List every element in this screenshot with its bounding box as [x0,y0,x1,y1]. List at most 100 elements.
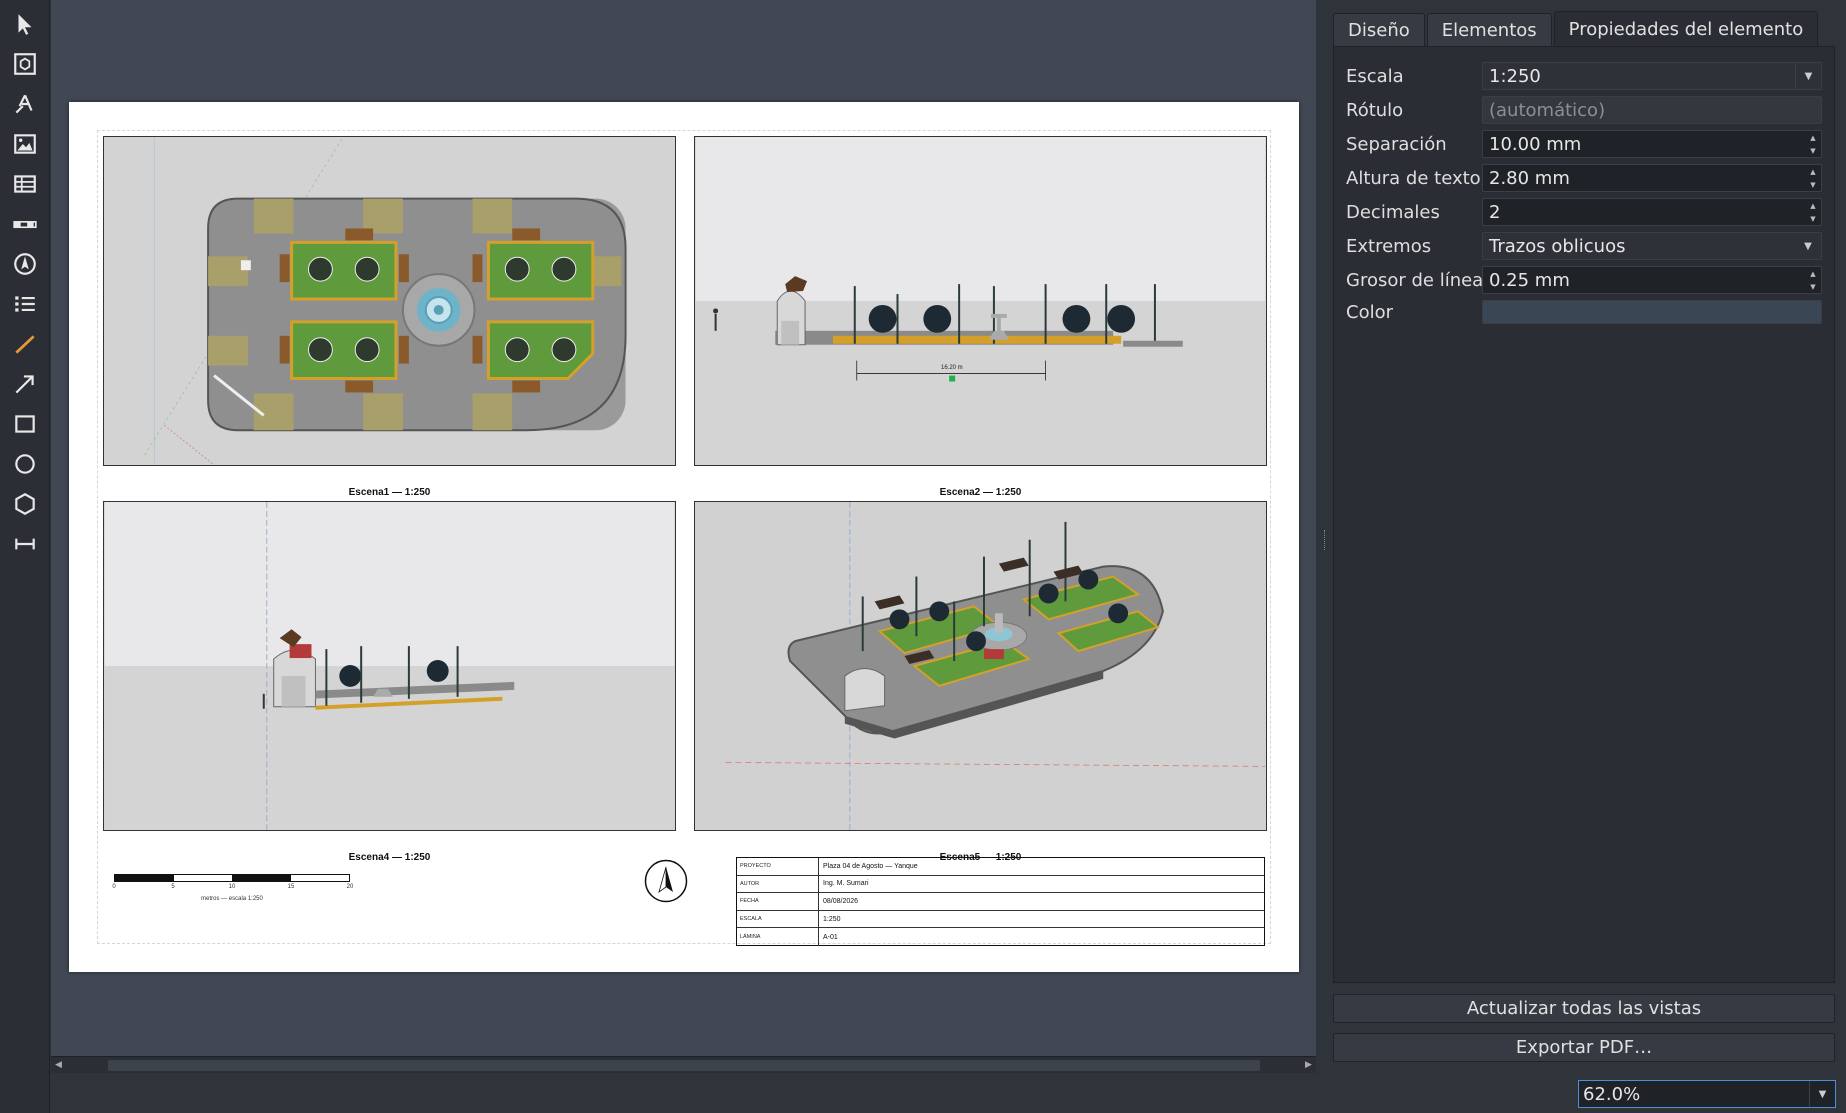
dimension-label: 16.20 m [941,365,963,371]
spin-arrows-icon[interactable]: ▲ ▼ [1805,165,1821,191]
scale-tick: 5 [171,884,175,890]
circle-tool[interactable] [7,446,43,482]
elevation-view-drawing [695,137,1266,465]
title-block-value: 08/08/2026 [823,897,859,905]
properties-form: Escala 1:250 ▼ Rótulo (automático) Separ… [1333,46,1835,983]
title-block-key: FECHA [737,893,819,910]
tab-propiedades[interactable]: Propiedades del elemento [1553,11,1819,47]
table-tool[interactable] [7,166,43,202]
text-tool[interactable] [7,86,43,122]
table-icon [14,175,36,193]
zoom-value: 62.0% [1583,1083,1641,1105]
scalebar-icon [13,221,37,229]
north-arrow-tool[interactable] [7,246,43,282]
chevron-down-icon[interactable]: ▼ [1795,233,1821,259]
title-block[interactable]: PROYECTO Plaza 04 de Agosto — Yanque AUT… [736,857,1265,946]
prop-extremos: Extremos Trazos oblicuos ▼ [1346,231,1831,261]
scale-bar[interactable]: 0 5 10 15 20 metros — escala 1:250 [112,874,353,902]
title-block-row: FECHA 08/08/2026 [737,893,1264,911]
title-block-row: AUTOR Ing. M. Sumari [737,875,1264,894]
line-tool[interactable] [7,326,43,362]
title-block-row: PROYECTO Plaza 04 de Agosto — Yanque [737,858,1264,876]
title-block-row: ESCALA 1:250 [737,910,1264,929]
north-arrow-icon [14,253,36,275]
grosor-value: 0.25 mm [1489,269,1570,291]
prop-label: Decimales [1346,201,1440,223]
title-block-key: PROYECTO [737,858,819,875]
title-block-value: Ing. M. Sumari [823,880,869,888]
layout-canvas[interactable]: Escena1 — 1:250 16.20 m Escena2 — 1:250 … [51,0,1316,1056]
scrollbar-thumb[interactable] [108,1060,1260,1071]
isometric-view-drawing [695,502,1266,830]
export-pdf-button[interactable]: Exportar PDF… [1333,1033,1835,1062]
polygon-tool[interactable] [7,486,43,522]
viewport-escena2[interactable]: 16.20 m [694,136,1267,466]
rotulo-input[interactable]: (automático) [1482,96,1822,124]
prop-label: Altura de texto [1346,167,1481,189]
panel-tabs: Diseño Elementos Propiedades del element… [1333,11,1820,47]
prop-color: Color [1346,297,1831,327]
view-caption: Escena2 — 1:250 [939,487,1022,498]
rectangle-tool[interactable] [7,406,43,442]
prop-rotulo: Rótulo (automático) [1346,95,1831,125]
grosor-spinbox[interactable]: 0.25 mm ▲ ▼ [1482,266,1822,294]
chevron-down-icon[interactable]: ▼ [1809,1081,1835,1107]
scale-bar-caption: metros — escala 1:250 [201,896,263,902]
prop-label: Color [1346,301,1393,323]
tab-elementos[interactable]: Elementos [1426,13,1552,47]
scroll-left-icon[interactable]: ◀ [53,1060,64,1071]
color-button[interactable] [1482,300,1822,324]
altura-texto-value: 2.80 mm [1489,167,1570,189]
polygon-icon [15,493,35,515]
viewport-escena1[interactable] [103,136,676,466]
scalebar-tool[interactable] [7,206,43,242]
escala-combo[interactable]: 1:250 ▼ [1482,62,1822,90]
dimension-tool[interactable] [7,526,43,562]
title-block-key: ESCALA [737,910,819,928]
line-icon [15,335,35,354]
view-frame-icon [14,53,36,75]
spin-arrows-icon[interactable]: ▲ ▼ [1805,199,1821,225]
chevron-down-icon[interactable]: ▼ [1795,63,1821,89]
prop-separacion: Separación 10.00 mm ▲ ▼ [1346,129,1831,159]
plan-view-drawing [104,137,675,465]
escala-value: 1:250 [1489,65,1541,87]
rectangle-icon [15,415,35,433]
update-all-views-button[interactable]: Actualizar todas las vistas [1333,994,1835,1023]
tab-diseno[interactable]: Diseño [1333,13,1425,47]
north-arrow[interactable] [644,859,688,903]
arrow-icon [15,375,34,394]
title-block-key: AUTOR [737,875,819,893]
decimales-value: 2 [1489,201,1501,223]
zoom-combo[interactable]: 62.0% ▼ [1578,1080,1836,1108]
prop-grosor: Grosor de línea 0.25 mm ▲ ▼ [1346,265,1831,295]
list-tool[interactable] [7,286,43,322]
arrow-tool[interactable] [7,366,43,402]
spin-arrows-icon[interactable]: ▲ ▼ [1805,267,1821,293]
viewport-escena4[interactable] [103,501,676,831]
splitter-grip [1324,530,1326,550]
spin-arrows-icon[interactable]: ▲ ▼ [1805,131,1821,157]
properties-panel: Diseño Elementos Propiedades del element… [1333,0,1846,1113]
scroll-right-icon[interactable]: ▶ [1303,1060,1314,1071]
horizontal-scrollbar[interactable]: ◀ ▶ [51,1056,1316,1073]
altura-texto-spinbox[interactable]: 2.80 mm ▲ ▼ [1482,164,1822,192]
sheet[interactable]: Escena1 — 1:250 16.20 m Escena2 — 1:250 … [69,102,1299,972]
viewport-escena5[interactable] [694,501,1267,831]
view-tool[interactable] [7,46,43,82]
north-arrow-icon [644,859,688,903]
panel-splitter[interactable] [1316,0,1333,1113]
decimales-spinbox[interactable]: 2 ▲ ▼ [1482,198,1822,226]
image-tool[interactable] [7,126,43,162]
extremos-combo[interactable]: Trazos oblicuos ▼ [1482,232,1822,260]
dimension-icon [15,538,35,550]
status-strip [51,1073,1316,1113]
scale-tick: 20 [346,884,354,890]
select-tool[interactable] [7,6,43,42]
scale-bar-segments [114,874,350,882]
prop-label: Escala [1346,65,1404,87]
view-caption: Escena1 — 1:250 [348,487,431,498]
separacion-spinbox[interactable]: 10.00 mm ▲ ▼ [1482,130,1822,158]
prop-decimales: Decimales 2 ▲ ▼ [1346,197,1831,227]
prop-label: Extremos [1346,235,1432,257]
